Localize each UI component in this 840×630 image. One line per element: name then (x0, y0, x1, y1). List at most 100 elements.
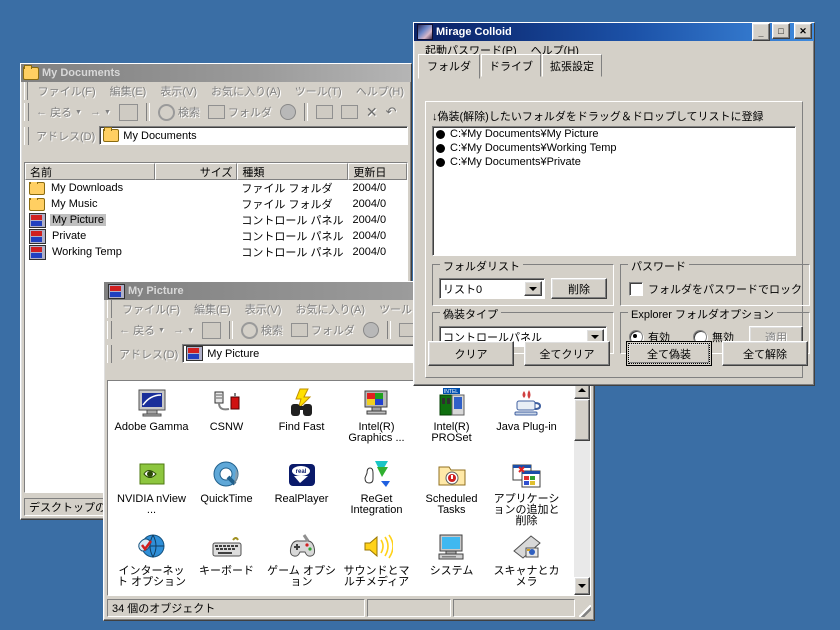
menu-help[interactable]: ヘルプ(H) (349, 81, 411, 101)
undo-button[interactable]: ↶ (382, 102, 401, 122)
up-button[interactable] (115, 102, 142, 123)
menu-tools[interactable]: ツール(T) (288, 81, 349, 101)
menu-favorites[interactable]: お気に入り(A) (288, 299, 372, 319)
column-modified[interactable]: 更新日 (348, 163, 407, 180)
menubar-grip[interactable] (24, 81, 28, 100)
menu-file[interactable]: ファイル(F) (115, 299, 187, 319)
icon-item[interactable]: Java Plug-in (489, 387, 564, 459)
icon-item[interactable]: real RealPlayer (264, 459, 339, 531)
menu-favorites[interactable]: お気に入り(A) (204, 81, 288, 101)
close-button[interactable]: ✕ (794, 23, 812, 39)
tab-2[interactable]: 拡張設定 (542, 54, 602, 77)
copy-to-button[interactable] (337, 103, 362, 121)
action-button-2[interactable]: 全て偽装 (626, 341, 712, 366)
toolbar-grip[interactable] (107, 321, 112, 339)
password-lock-checkbox-row[interactable]: フォルダをパスワードでロック (629, 281, 802, 297)
icon-item[interactable]: Find Fast (264, 387, 339, 459)
table-row[interactable]: Working Temp コントロール パネル 2004/0 (25, 244, 407, 260)
back-button[interactable]: ← 戻る ▼ (32, 102, 86, 122)
list-item[interactable]: C:¥My Documents¥Working Temp (433, 141, 795, 155)
my-documents-menubar[interactable]: ファイル(F) 編集(E) 表示(V) お気に入り(A) ツール(T) ヘルプ(… (21, 81, 411, 101)
menu-view[interactable]: 表示(V) (238, 299, 289, 319)
mirage-colloid-window[interactable]: Mirage Colloid _ □ ✕ 起動パスワード(P) ヘルプ(H) フ… (413, 22, 815, 386)
action-button-1[interactable]: 全てクリア (524, 341, 610, 366)
menu-tools[interactable]: ツール (372, 299, 419, 319)
column-type[interactable]: 種類 (237, 163, 349, 180)
list-item[interactable]: C:¥My Documents¥Private (433, 155, 795, 169)
icon-item[interactable]: INTEL Intel(R) PROSet (414, 387, 489, 459)
tab-1[interactable]: ドライブ (481, 54, 541, 77)
icon-item[interactable]: ゲーム オプション (264, 531, 339, 595)
search-button[interactable]: 検索 (237, 320, 287, 341)
my-documents-titlebar[interactable]: My Documents (21, 64, 411, 82)
icon-item[interactable]: ReGet Integration (339, 459, 414, 531)
forward-dropdown-icon[interactable]: ▼ (187, 327, 194, 334)
delete-button[interactable]: ✕ (362, 102, 382, 123)
addressbar-grip[interactable] (24, 126, 29, 145)
tab-0[interactable]: フォルダ (418, 54, 480, 79)
my-picture-iconview[interactable]: Adobe Gamma CSNW Find Fast Intel(R) Graphic… (107, 380, 591, 596)
icon-item[interactable]: NVIDIA nView ... (114, 459, 189, 531)
icon-item[interactable]: キーボード (189, 531, 264, 595)
table-row[interactable]: My Downloads ファイル フォルダ 2004/0 (25, 180, 407, 196)
icon-item[interactable]: CSNW (189, 387, 264, 459)
vertical-scrollbar[interactable] (574, 381, 590, 595)
forward-button[interactable]: → ▼ (86, 104, 115, 120)
address-input[interactable]: My Documents (99, 126, 408, 145)
icon-grid[interactable]: Adobe Gamma CSNW Find Fast Intel(R) Graphic… (108, 381, 590, 595)
icon-item[interactable]: システム (414, 531, 489, 595)
move-to-button[interactable] (312, 103, 337, 121)
menubar-grip[interactable] (107, 299, 112, 318)
column-size[interactable]: サイズ (155, 163, 238, 180)
table-row[interactable]: My Picture コントロール パネル 2004/0 (25, 212, 407, 228)
toolbar-grip[interactable] (24, 103, 29, 121)
forward-button[interactable]: → ▼ (169, 322, 198, 338)
mirage-window-controls[interactable]: _ □ ✕ (752, 23, 812, 41)
scroll-down-button[interactable] (574, 577, 590, 595)
menu-view[interactable]: 表示(V) (153, 81, 204, 101)
history-button[interactable] (276, 102, 300, 122)
menu-edit[interactable]: 編集(E) (103, 81, 154, 101)
folder-list-combo[interactable]: リスト0 (439, 278, 545, 299)
folders-button[interactable]: フォルダ (204, 102, 276, 122)
addressbar-grip[interactable] (107, 344, 112, 363)
folder-list-box[interactable]: C:¥My Documents¥My Picture C:¥My Document… (432, 126, 796, 256)
back-dropdown-icon[interactable]: ▼ (75, 109, 82, 116)
menu-file[interactable]: ファイル(F) (31, 81, 103, 101)
table-row[interactable]: Private コントロール パネル 2004/0 (25, 228, 407, 244)
listview-header[interactable]: 名前 サイズ 種類 更新日 (25, 163, 407, 180)
search-button[interactable]: 検索 (154, 102, 204, 123)
resize-grip[interactable] (577, 599, 591, 617)
list-item[interactable]: C:¥My Documents¥My Picture (433, 127, 795, 141)
icon-item[interactable]: サウンドとマルチメディア (339, 531, 414, 595)
delete-list-button[interactable]: 削除 (551, 278, 607, 299)
mirage-titlebar[interactable]: Mirage Colloid _ □ ✕ (414, 23, 814, 41)
my-documents-addressbar[interactable]: アドレス(D) My Documents (21, 125, 411, 146)
listview-rows[interactable]: My Downloads ファイル フォルダ 2004/0 My Music ファイル … (25, 180, 407, 260)
icon-item[interactable]: インターネット オプション (114, 531, 189, 595)
chevron-down-icon[interactable] (524, 281, 542, 296)
scrollbar-track[interactable] (574, 399, 590, 577)
back-dropdown-icon[interactable]: ▼ (158, 327, 165, 334)
icon-item[interactable]: スキャナとカメラ (489, 531, 564, 595)
icon-item[interactable]: Adobe Gamma (114, 387, 189, 459)
icon-item[interactable]: QuickTime (189, 459, 264, 531)
icon-item[interactable]: Scheduled Tasks (414, 459, 489, 531)
icon-item[interactable]: Intel(R) Graphics ... (339, 387, 414, 459)
table-row[interactable]: My Music ファイル フォルダ 2004/0 (25, 196, 407, 212)
action-button-0[interactable]: クリア (428, 341, 514, 366)
forward-dropdown-icon[interactable]: ▼ (104, 109, 111, 116)
history-button[interactable] (359, 320, 383, 340)
menu-edit[interactable]: 編集(E) (187, 299, 238, 319)
scrollbar-thumb[interactable] (574, 399, 590, 441)
icon-item[interactable]: アプリケーションの追加と削除 (489, 459, 564, 531)
my-documents-toolbar[interactable]: ← 戻る ▼ → ▼ 検索 フォルダ ✕ ↶ (21, 99, 411, 125)
mirage-tabstrip[interactable]: フォルダ ドライブ 拡張設定 (414, 54, 814, 79)
column-name[interactable]: 名前 (25, 163, 156, 180)
password-lock-checkbox[interactable] (629, 282, 643, 296)
up-button[interactable] (198, 320, 225, 341)
maximize-button[interactable]: □ (772, 23, 790, 39)
action-button-3[interactable]: 全て解除 (722, 341, 808, 366)
back-button[interactable]: ← 戻る ▼ (115, 320, 169, 340)
minimize-button[interactable]: _ (752, 23, 770, 41)
